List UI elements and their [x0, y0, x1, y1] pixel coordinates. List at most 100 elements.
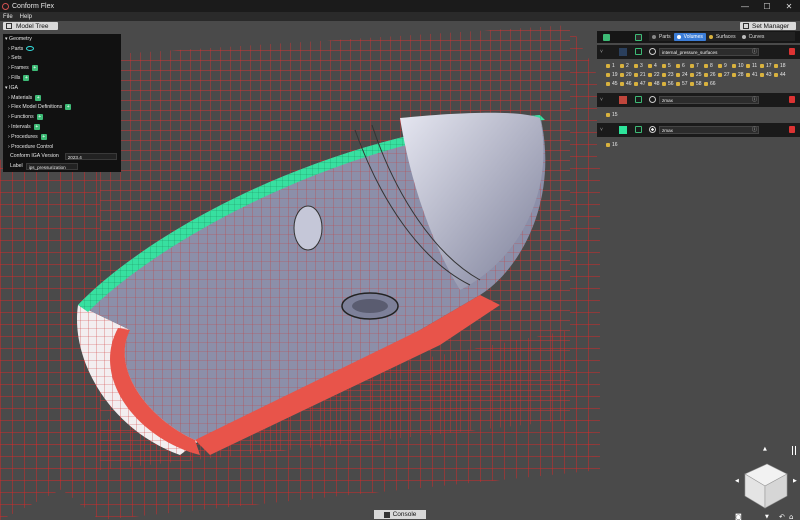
tree-functions[interactable]: › Functions + [3, 112, 121, 122]
tab-parts[interactable]: Parts [649, 33, 674, 41]
trash-icon[interactable] [789, 96, 795, 103]
set-member-surface[interactable]: 2 [620, 61, 634, 70]
set-member-surface[interactable]: 27 [718, 70, 732, 79]
add-definition-plus-icon[interactable]: + [65, 104, 72, 111]
set-member-surface[interactable]: 3 [634, 61, 648, 70]
trash-icon[interactable] [789, 126, 795, 133]
select-all-checkbox[interactable] [603, 34, 610, 41]
add-material-plus-icon[interactable]: + [35, 94, 42, 101]
console-button[interactable]: Console [374, 510, 426, 519]
collapse-chevron-icon[interactable]: ˅ [600, 127, 603, 133]
tree-procedures[interactable]: › Procedures + [3, 132, 121, 142]
svg-text:▼: ▼ [765, 514, 769, 520]
tree-procedure-control[interactable]: › Procedure Control [3, 142, 121, 152]
set-member-surface[interactable]: 41 [746, 70, 760, 79]
menu-file[interactable]: File [3, 14, 13, 20]
tree-iga[interactable]: ▾ IGA [3, 83, 121, 93]
set-member-surface[interactable]: 15 [606, 110, 620, 119]
set-color-swatch[interactable] [619, 48, 627, 56]
set-member-surface[interactable]: 24 [676, 70, 690, 79]
info-icon[interactable]: ⓘ [752, 126, 757, 133]
tree-intervals[interactable]: › Intervals + [3, 122, 121, 132]
set-manager-button[interactable]: Set Manager [740, 22, 796, 30]
set-visibility-icon[interactable] [635, 96, 642, 103]
visibility-toggle-icon[interactable] [635, 34, 642, 41]
set-member-surface[interactable]: 56 [662, 79, 676, 88]
tab-curves[interactable]: Curves [739, 33, 768, 41]
add-function-plus-icon[interactable]: + [36, 114, 43, 121]
set-member-surface[interactable]: 28 [732, 70, 746, 79]
set-member-surface[interactable]: 46 [620, 79, 634, 88]
set-member-surface[interactable]: 9 [718, 61, 732, 70]
tree-parts[interactable]: › Parts [3, 44, 121, 54]
tree-geometry[interactable]: ▾ Geometry [3, 34, 121, 44]
set-member-surface[interactable]: 43 [760, 70, 774, 79]
set-visibility-icon[interactable] [635, 126, 642, 133]
set-member-surface[interactable]: 11 [746, 61, 760, 70]
info-icon[interactable]: ⓘ [752, 48, 757, 55]
set-member-surface[interactable]: 58 [690, 79, 704, 88]
tree-frames[interactable]: › Frames + [3, 63, 121, 73]
set-active-radio[interactable] [649, 96, 656, 103]
set-member-surface[interactable]: 6 [676, 61, 690, 70]
menu-help[interactable]: Help [20, 14, 32, 20]
set-member-surface[interactable]: 44 [774, 70, 788, 79]
set-member-surface[interactable]: 21 [634, 70, 648, 79]
label-field[interactable]: ips_pressurization [25, 162, 78, 170]
set-member-surface[interactable]: 8 [704, 61, 718, 70]
set-member-surface[interactable]: 57 [676, 79, 690, 88]
set-active-radio[interactable] [649, 48, 656, 55]
set-member-surface[interactable]: 66 [704, 79, 718, 88]
set-color-swatch[interactable] [619, 96, 627, 104]
set-member-surface[interactable]: 20 [620, 70, 634, 79]
set-member-surface[interactable]: 19 [606, 70, 620, 79]
close-icon[interactable]: ✕ [778, 2, 800, 11]
surface-icon [760, 63, 764, 68]
set-name-field[interactable]: zmax [659, 96, 759, 104]
set-color-swatch[interactable] [619, 126, 627, 134]
set-row-1[interactable]: ˅ internal_pressure_surfaces ⓘ [597, 45, 800, 59]
tab-surfaces[interactable]: Surfaces [706, 33, 739, 41]
maximize-icon[interactable]: ☐ [756, 2, 778, 11]
tree-sets[interactable]: › Sets [3, 54, 121, 64]
model-tree-button[interactable]: Model Tree [3, 22, 58, 30]
set-active-radio[interactable] [649, 126, 656, 133]
version-field[interactable]: 2023.4 [64, 152, 117, 160]
set-member-surface[interactable]: 23 [662, 70, 676, 79]
collapse-chevron-icon[interactable]: ˅ [600, 49, 603, 55]
add-fill-plus-icon[interactable]: + [23, 75, 30, 82]
add-frame-plus-icon[interactable]: + [31, 65, 38, 72]
set-member-surface[interactable]: 48 [648, 79, 662, 88]
set-row-3[interactable]: ˅ zmax ⓘ [597, 123, 800, 137]
tree-materials[interactable]: › Materials + [3, 93, 121, 103]
set-member-surface[interactable]: 47 [634, 79, 648, 88]
tree-fills[interactable]: › Fills + [3, 73, 121, 83]
trash-icon[interactable] [789, 48, 795, 55]
console-icon [383, 511, 390, 518]
tree-flex-model-definitions[interactable]: › Flex Model Definitions + [3, 103, 121, 113]
minimize-icon[interactable]: — [734, 2, 756, 11]
set-member-surface[interactable]: 1 [606, 61, 620, 70]
collapse-chevron-icon[interactable]: ˅ [600, 97, 603, 103]
set-member-surface[interactable]: 4 [648, 61, 662, 70]
eye-icon[interactable] [26, 46, 35, 52]
set-row-2[interactable]: ˅ zmax ⓘ [597, 93, 800, 107]
set-visibility-icon[interactable] [635, 48, 642, 55]
set-member-surface[interactable]: 7 [690, 61, 704, 70]
info-icon[interactable]: ⓘ [752, 96, 757, 103]
set-member-surface[interactable]: 16 [606, 140, 620, 149]
set-name-field[interactable]: zmax [659, 126, 759, 134]
set-member-surface[interactable]: 26 [704, 70, 718, 79]
tab-volumes[interactable]: Volumes [673, 32, 706, 41]
add-procedure-plus-icon[interactable]: + [40, 133, 47, 140]
set-member-surface[interactable]: 10 [732, 61, 746, 70]
set-name-field[interactable]: internal_pressure_surfaces [659, 48, 759, 56]
set-member-surface[interactable]: 45 [606, 79, 620, 88]
set-member-surface[interactable]: 25 [690, 70, 704, 79]
view-cube-icon[interactable]: ▲ ◀ ▶ ▼ ◙ ↶ ⌂ [735, 446, 800, 520]
set-member-surface[interactable]: 18 [774, 61, 788, 70]
set-member-surface[interactable]: 5 [662, 61, 676, 70]
add-interval-plus-icon[interactable]: + [33, 124, 40, 131]
set-member-surface[interactable]: 22 [648, 70, 662, 79]
set-member-surface[interactable]: 17 [760, 61, 774, 70]
